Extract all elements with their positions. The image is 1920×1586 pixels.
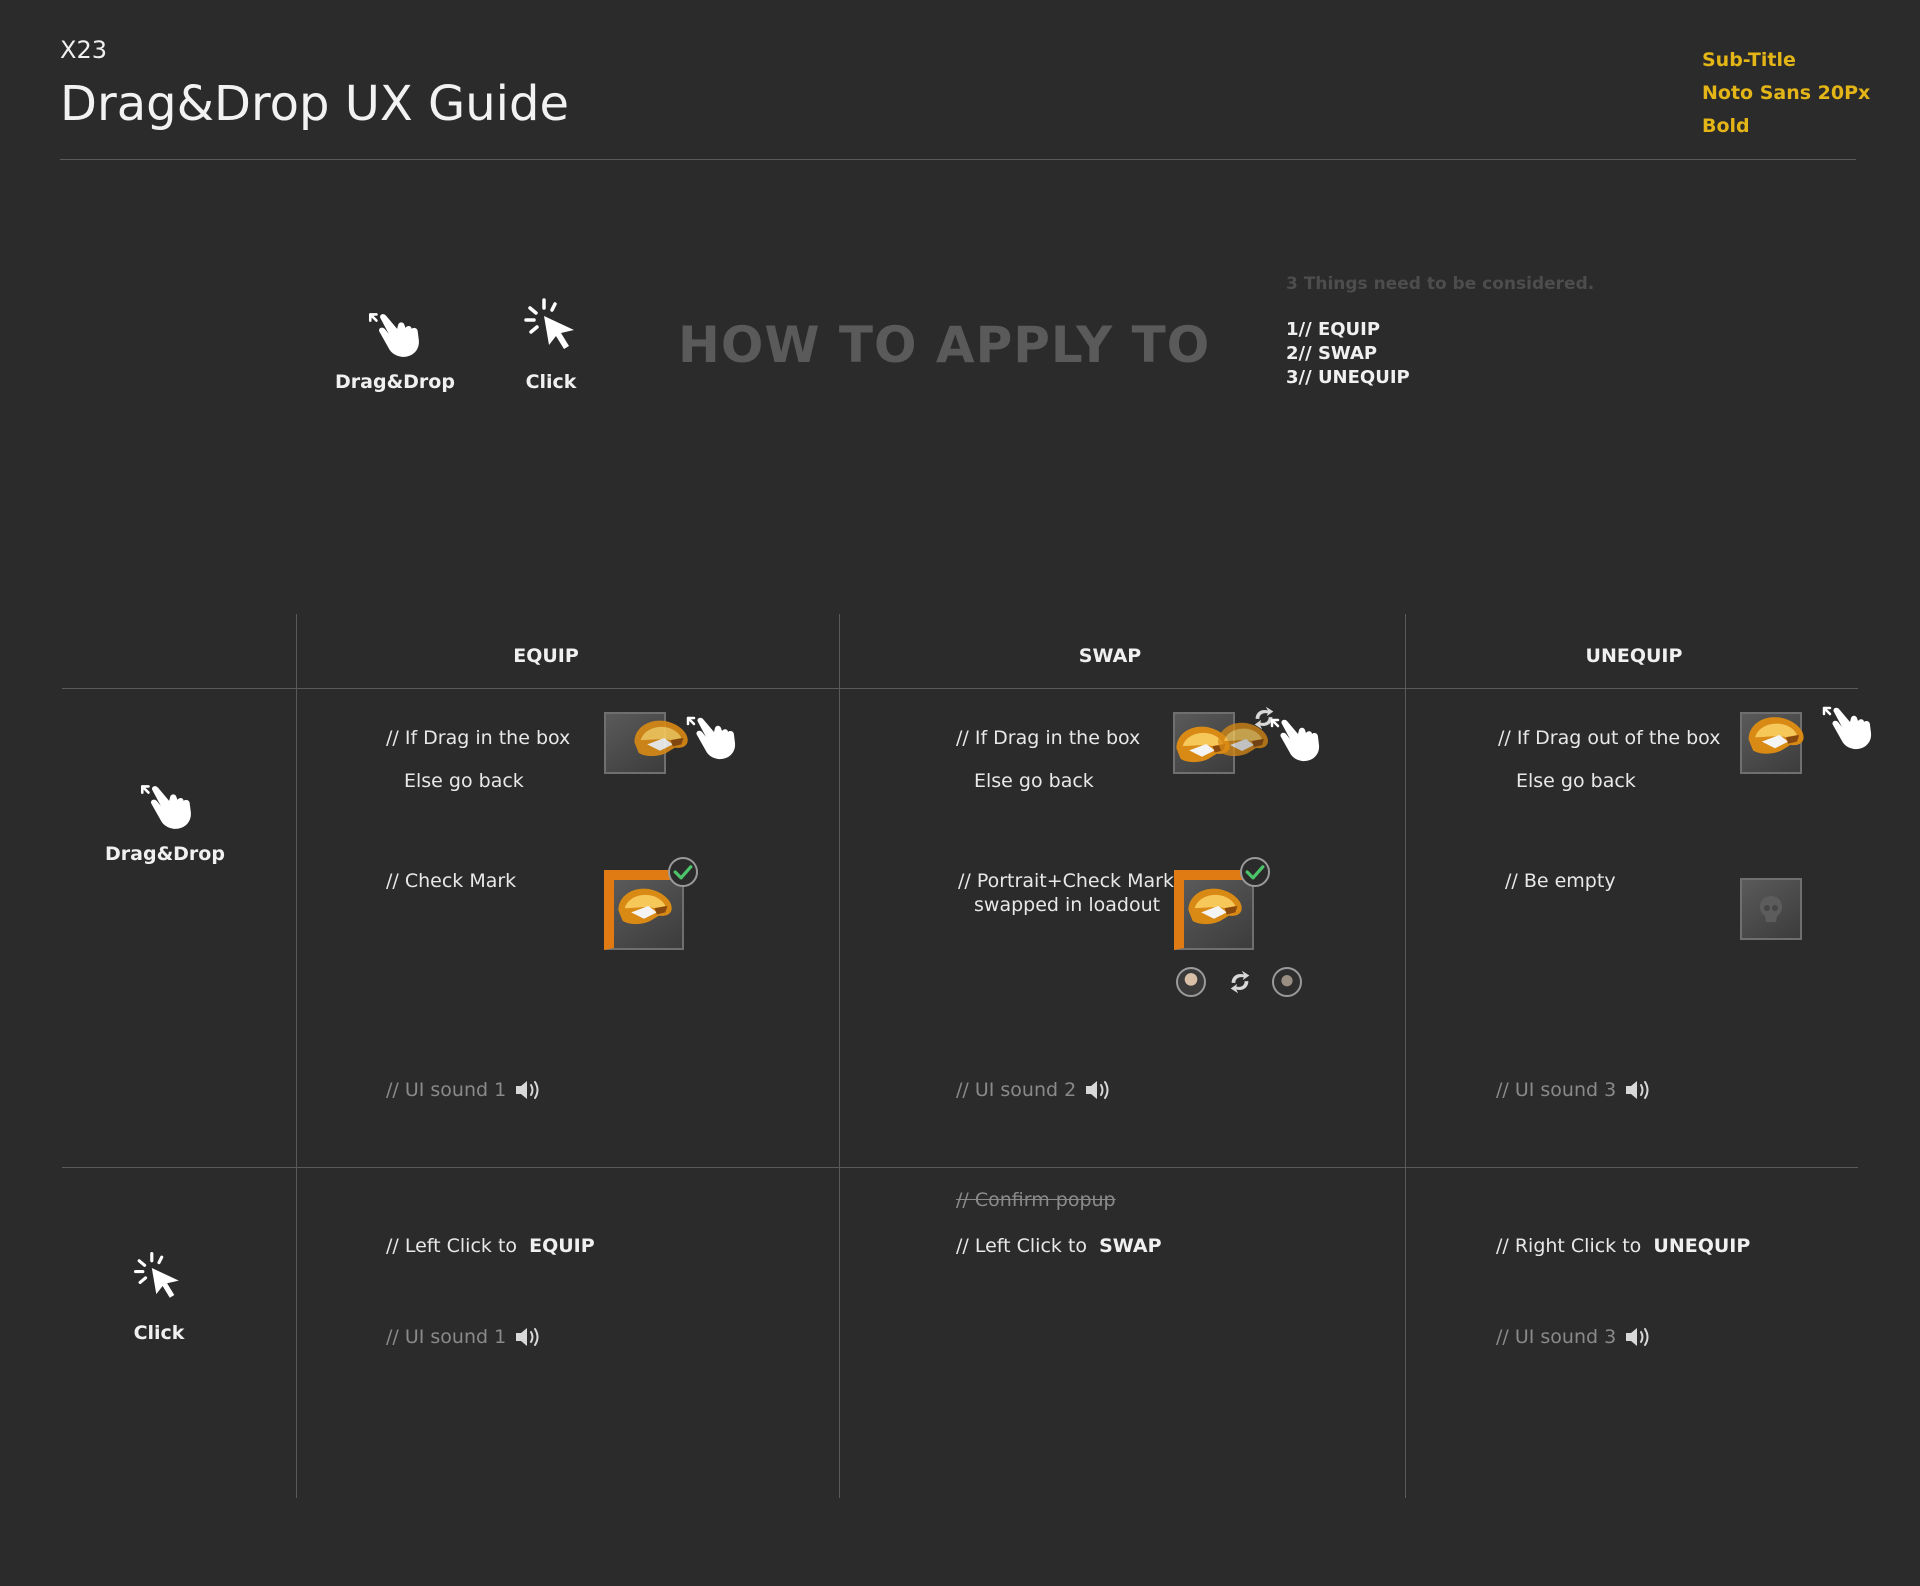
how-to-apply-heading: HOW TO APPLY TO bbox=[678, 316, 1211, 374]
swap-drag-rule: // If Drag in the box bbox=[956, 727, 1141, 749]
step-item: 2// SWAP bbox=[1286, 343, 1378, 364]
speaker-icon[interactable] bbox=[1084, 1079, 1112, 1101]
equip-click-rule: // Left Click to EQUIP bbox=[386, 1235, 595, 1257]
row-divider bbox=[62, 1167, 1858, 1168]
swap-sound-note: // UI sound 2 bbox=[956, 1079, 1077, 1101]
click-cursor-icon bbox=[522, 296, 582, 356]
check-icon bbox=[1240, 857, 1270, 887]
step-item: 3// UNEQUIP bbox=[1286, 367, 1410, 388]
click-rule-prefix: // Left Click to bbox=[956, 1235, 1088, 1257]
unequip-sound-note: // UI sound 3 bbox=[1496, 1079, 1617, 1101]
speaker-icon[interactable] bbox=[514, 1326, 542, 1348]
check-icon bbox=[668, 857, 698, 887]
page-title: Drag&Drop UX Guide bbox=[60, 76, 569, 132]
hand-pointer-icon bbox=[680, 710, 740, 762]
unequip-click-sound-note: // UI sound 3 bbox=[1496, 1326, 1617, 1348]
character-portrait-avatar bbox=[1176, 967, 1206, 997]
speaker-icon[interactable] bbox=[1624, 1326, 1652, 1348]
project-code: X23 bbox=[60, 36, 107, 64]
character-portrait-avatar bbox=[1272, 967, 1302, 997]
unequip-click-rule: // Right Click to UNEQUIP bbox=[1496, 1235, 1750, 1257]
row-divider bbox=[62, 688, 1858, 689]
helmet-item-icon bbox=[1182, 882, 1246, 930]
row-header-drag-drop: Drag&Drop bbox=[105, 843, 225, 865]
column-header-swap: SWAP bbox=[1078, 645, 1142, 667]
click-rule-action: UNEQUIP bbox=[1653, 1235, 1751, 1257]
swap-portrait-rule-continued: swapped in loadout bbox=[974, 894, 1161, 916]
equip-else-rule: Else go back bbox=[404, 770, 524, 792]
click-rule-prefix: // Left Click to bbox=[386, 1235, 518, 1257]
click-rule-prefix: // Right Click to bbox=[1496, 1235, 1642, 1257]
swap-click-rule: // Left Click to SWAP bbox=[956, 1235, 1162, 1257]
font-spec-note: Sub-Title Noto Sans 20Px Bold bbox=[1702, 44, 1870, 143]
click-rule-action: SWAP bbox=[1099, 1235, 1162, 1257]
spec-line: Bold bbox=[1702, 115, 1750, 137]
equip-click-sound-note: // UI sound 1 bbox=[386, 1326, 507, 1348]
column-divider bbox=[296, 614, 297, 1498]
equip-drag-rule: // If Drag in the box bbox=[386, 727, 571, 749]
unequip-empty-rule: // Be empty bbox=[1505, 870, 1616, 892]
column-divider bbox=[1405, 614, 1406, 1498]
header-divider bbox=[60, 159, 1856, 160]
step-item: 1// EQUIP bbox=[1286, 319, 1381, 340]
drag-drop-label: Drag&Drop bbox=[335, 371, 455, 393]
click-cursor-icon bbox=[132, 1250, 186, 1304]
helmet-item-icon bbox=[1742, 710, 1808, 760]
hand-pointer-icon bbox=[1264, 712, 1324, 764]
spec-line: Sub-Title bbox=[1702, 49, 1796, 71]
steps-list: 1// EQUIP 2// SWAP 3// UNEQUIP bbox=[1286, 318, 1410, 390]
unequip-drag-rule: // If Drag out of the box bbox=[1498, 727, 1721, 749]
hand-pointer-icon bbox=[134, 778, 196, 832]
swap-else-rule: Else go back bbox=[974, 770, 1094, 792]
confirm-popup-struck-note: // Confirm popup bbox=[956, 1189, 1116, 1211]
row-header-click: Click bbox=[133, 1322, 185, 1344]
helmet-item-icon bbox=[612, 882, 676, 930]
hand-pointer-icon bbox=[1816, 700, 1876, 752]
hand-pointer-icon bbox=[362, 306, 424, 360]
column-divider bbox=[839, 614, 840, 1498]
click-label: Click bbox=[525, 371, 577, 393]
column-header-equip: EQUIP bbox=[513, 645, 579, 667]
swap-arrows-icon bbox=[1226, 968, 1254, 996]
click-rule-action: EQUIP bbox=[529, 1235, 595, 1257]
speaker-icon[interactable] bbox=[1624, 1079, 1652, 1101]
swap-portrait-rule: // Portrait+Check Mark bbox=[958, 870, 1174, 892]
considered-note: 3 Things need to be considered. bbox=[1286, 274, 1595, 294]
skull-placeholder-icon bbox=[1758, 894, 1784, 924]
unequip-else-rule: Else go back bbox=[1516, 770, 1636, 792]
spec-line: Noto Sans 20Px bbox=[1702, 82, 1871, 104]
equip-check-rule: // Check Mark bbox=[386, 870, 517, 892]
speaker-icon[interactable] bbox=[514, 1079, 542, 1101]
column-header-unequip: UNEQUIP bbox=[1585, 645, 1683, 667]
equip-sound-note: // UI sound 1 bbox=[386, 1079, 507, 1101]
